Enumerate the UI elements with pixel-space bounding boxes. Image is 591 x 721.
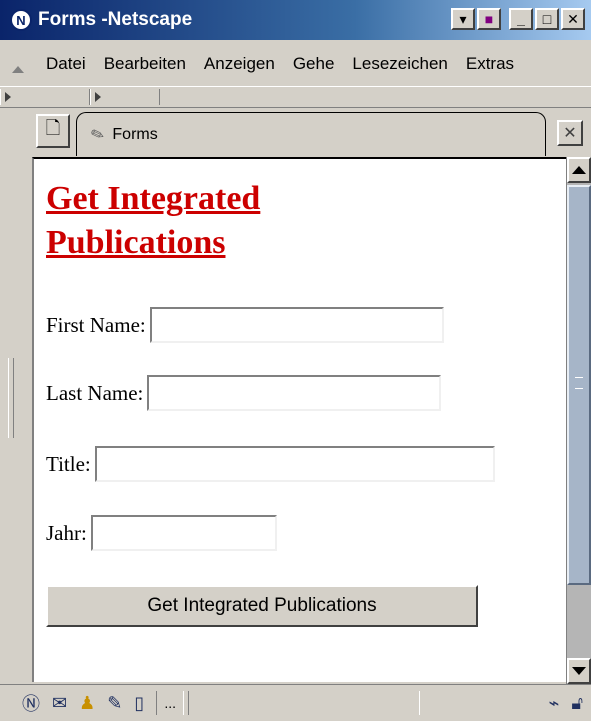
title-controls: ▾ ■ _ □ ✕ xyxy=(451,8,585,30)
online-plug-icon[interactable]: ⌁ xyxy=(548,693,559,714)
scroll-up-button[interactable] xyxy=(567,157,591,183)
navigator-icon[interactable]: Ⓝ xyxy=(22,690,40,716)
jahr-field[interactable] xyxy=(90,515,277,551)
netscape-icon[interactable]: N xyxy=(10,9,32,31)
menu-bearbeiten[interactable]: Bearbeiten xyxy=(104,54,186,74)
last-name-field[interactable] xyxy=(147,375,442,411)
mail-icon[interactable]: ✉ xyxy=(52,693,67,714)
submit-button[interactable]: Get Integrated Publications xyxy=(46,585,478,627)
browser-window: N Forms -Netscape ▾ ■ _ □ ✕ Datei Bearbe… xyxy=(0,0,591,721)
status-bar: Ⓝ ✉ ♟ ✎ ▯ ... ⌁ 🔓︎ xyxy=(0,684,591,721)
menu-gehe[interactable]: Gehe xyxy=(293,54,335,74)
menu-extras[interactable]: Extras xyxy=(466,54,514,74)
vertical-scrollbar[interactable] xyxy=(566,157,591,684)
menu-bar: Datei Bearbeiten Anzeigen Gehe Lesezeich… xyxy=(0,44,591,84)
menu-anzeigen[interactable]: Anzeigen xyxy=(204,54,275,74)
thumb-grip-icon xyxy=(575,377,583,389)
expand-arrow-icon xyxy=(95,92,101,102)
last-name-label: Last Name: xyxy=(46,380,144,405)
title-bar[interactable]: N Forms -Netscape ▾ ■ _ □ ✕ xyxy=(0,0,591,40)
sidebar-grip-line xyxy=(8,358,14,438)
aim-icon[interactable]: ♟ xyxy=(79,693,95,714)
form-row-last-name: Last Name: xyxy=(46,375,442,411)
toolbar-grip-2[interactable] xyxy=(90,89,160,105)
toolbar-grip-1[interactable] xyxy=(0,89,90,105)
app-icon-letter: N xyxy=(16,12,26,28)
minimize-button[interactable]: _ xyxy=(509,8,533,30)
address-book-icon[interactable]: ▯ xyxy=(134,693,144,714)
title-field[interactable] xyxy=(94,446,495,482)
bookmark-tag-icon: ✎ xyxy=(88,124,108,146)
tab-label: Forms xyxy=(112,125,158,143)
menu-lesezeichen[interactable]: Lesezeichen xyxy=(352,54,447,74)
page-title: Get Integrated Publications xyxy=(46,180,261,261)
first-name-label: First Name: xyxy=(46,312,146,337)
tab-forms[interactable]: ✎ Forms xyxy=(76,112,546,156)
tab-bar: 🗋 ✎ Forms ✕ xyxy=(20,108,591,156)
theme-icon[interactable]: ■ xyxy=(477,8,501,30)
close-tab-button[interactable]: ✕ xyxy=(557,120,583,146)
maximize-button[interactable]: □ xyxy=(535,8,559,30)
page-content: Get Integrated Publications First Name: … xyxy=(32,157,566,682)
status-more[interactable]: ... xyxy=(156,691,185,715)
close-tab-icon: ✕ xyxy=(563,125,577,142)
sidebar-grip[interactable] xyxy=(0,108,20,684)
title-label: Title: xyxy=(46,451,91,476)
status-text xyxy=(188,691,421,715)
window-title: Forms -Netscape xyxy=(38,9,193,30)
scroll-down-button[interactable] xyxy=(567,658,591,684)
new-tab-button[interactable]: 🗋 xyxy=(36,114,70,148)
composer-icon[interactable]: ✎ xyxy=(107,693,122,714)
expand-arrow-icon xyxy=(5,92,11,102)
close-button[interactable]: ✕ xyxy=(561,8,585,30)
menubar-grip-icon[interactable] xyxy=(12,65,24,73)
collapsed-toolbars xyxy=(0,86,591,108)
form-row-first-name: First Name: xyxy=(46,307,444,343)
scroll-thumb[interactable] xyxy=(567,185,591,585)
new-tab-icon: 🗋 xyxy=(45,118,61,138)
jahr-label: Jahr: xyxy=(46,520,87,545)
form-row-jahr: Jahr: xyxy=(46,515,277,551)
menu-datei[interactable]: Datei xyxy=(46,54,86,74)
dropdown-icon[interactable]: ▾ xyxy=(451,8,475,30)
arrow-down-icon xyxy=(572,667,586,675)
arrow-up-icon xyxy=(572,166,586,174)
form-row-title: Title: xyxy=(46,446,495,482)
lock-icon[interactable]: 🔓︎ xyxy=(571,693,583,714)
first-name-field[interactable] xyxy=(149,307,444,343)
